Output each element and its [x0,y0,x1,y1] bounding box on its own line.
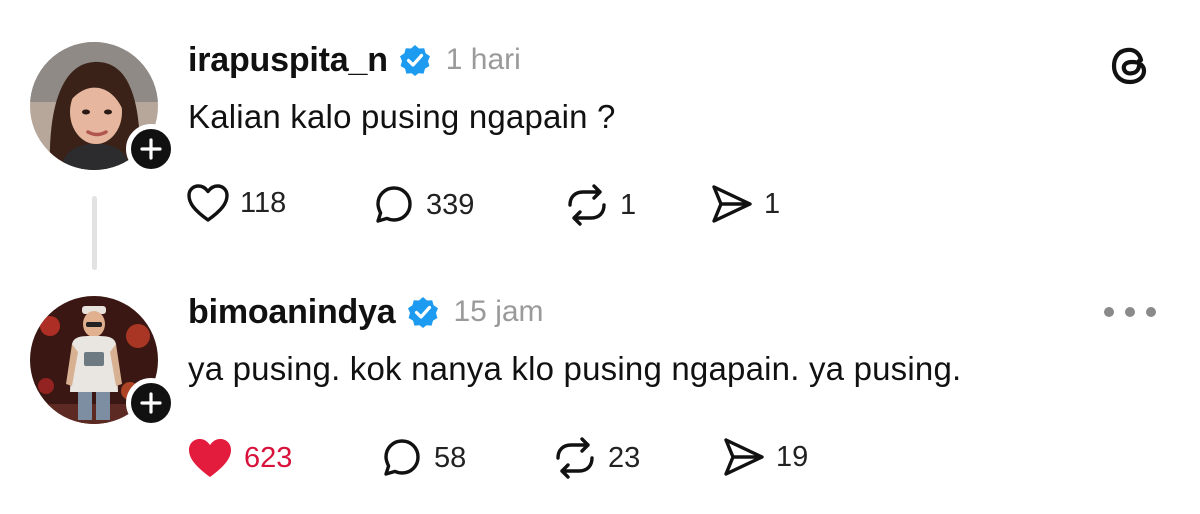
like-button[interactable]: 623 [186,436,292,480]
heart-icon [187,184,229,222]
verified-badge-icon [398,43,432,77]
follow-plus-button[interactable] [126,378,176,428]
post-time: 1 hari [445,43,521,76]
repost-icon [568,184,606,226]
post-text: Kalian kalo pusing ngapain ? [188,98,616,135]
reply-bubble-icon [384,439,420,476]
reply-button[interactable]: 58 [380,436,466,480]
verified-badge-icon [406,295,440,329]
post-text: ya pusing. kok nanya klo pusing ngapain.… [188,350,962,387]
username[interactable]: bimoanindya [188,293,396,332]
share-button[interactable]: 1 [710,183,780,225]
repost-button[interactable]: 1 [564,183,636,227]
repost-count: 23 [608,441,641,474]
reply-count: 58 [434,441,467,474]
username[interactable]: irapuspita_n [188,41,388,80]
heart-filled-icon [189,439,231,477]
post-time: 15 jam [453,295,544,328]
post-1-avatar-container[interactable] [30,42,176,174]
post-1-actions: 118 339 1 1 [186,183,886,227]
repost-button[interactable]: 23 [552,436,640,480]
like-count: 118 [240,186,287,219]
post-1: irapuspita_n 1 hari Kalian kalo pusing n… [188,38,1168,136]
repost-icon [556,437,594,479]
share-button[interactable]: 19 [722,436,808,478]
post-header: irapuspita_n 1 hari [188,38,1168,82]
send-icon [712,185,752,223]
share-count: 1 [764,187,781,220]
plus-icon [140,392,162,414]
reply-bubble-icon [376,186,412,223]
post-2-avatar-container[interactable] [30,296,176,428]
plus-icon [140,138,162,160]
share-count: 19 [776,440,809,473]
like-button[interactable]: 118 [186,183,286,223]
thread-connector-line [92,196,97,270]
post-2-actions: 623 58 23 19 [186,436,886,480]
post-header: bimoanindya 15 jam [188,290,1168,334]
send-icon [724,438,764,476]
post-2: bimoanindya 15 jam ya pusing. kok nanya … [188,290,1168,388]
repost-count: 1 [620,188,637,221]
reply-button[interactable]: 339 [372,183,474,227]
like-count: 623 [244,441,293,474]
reply-count: 339 [426,188,475,221]
follow-plus-button[interactable] [126,124,176,174]
